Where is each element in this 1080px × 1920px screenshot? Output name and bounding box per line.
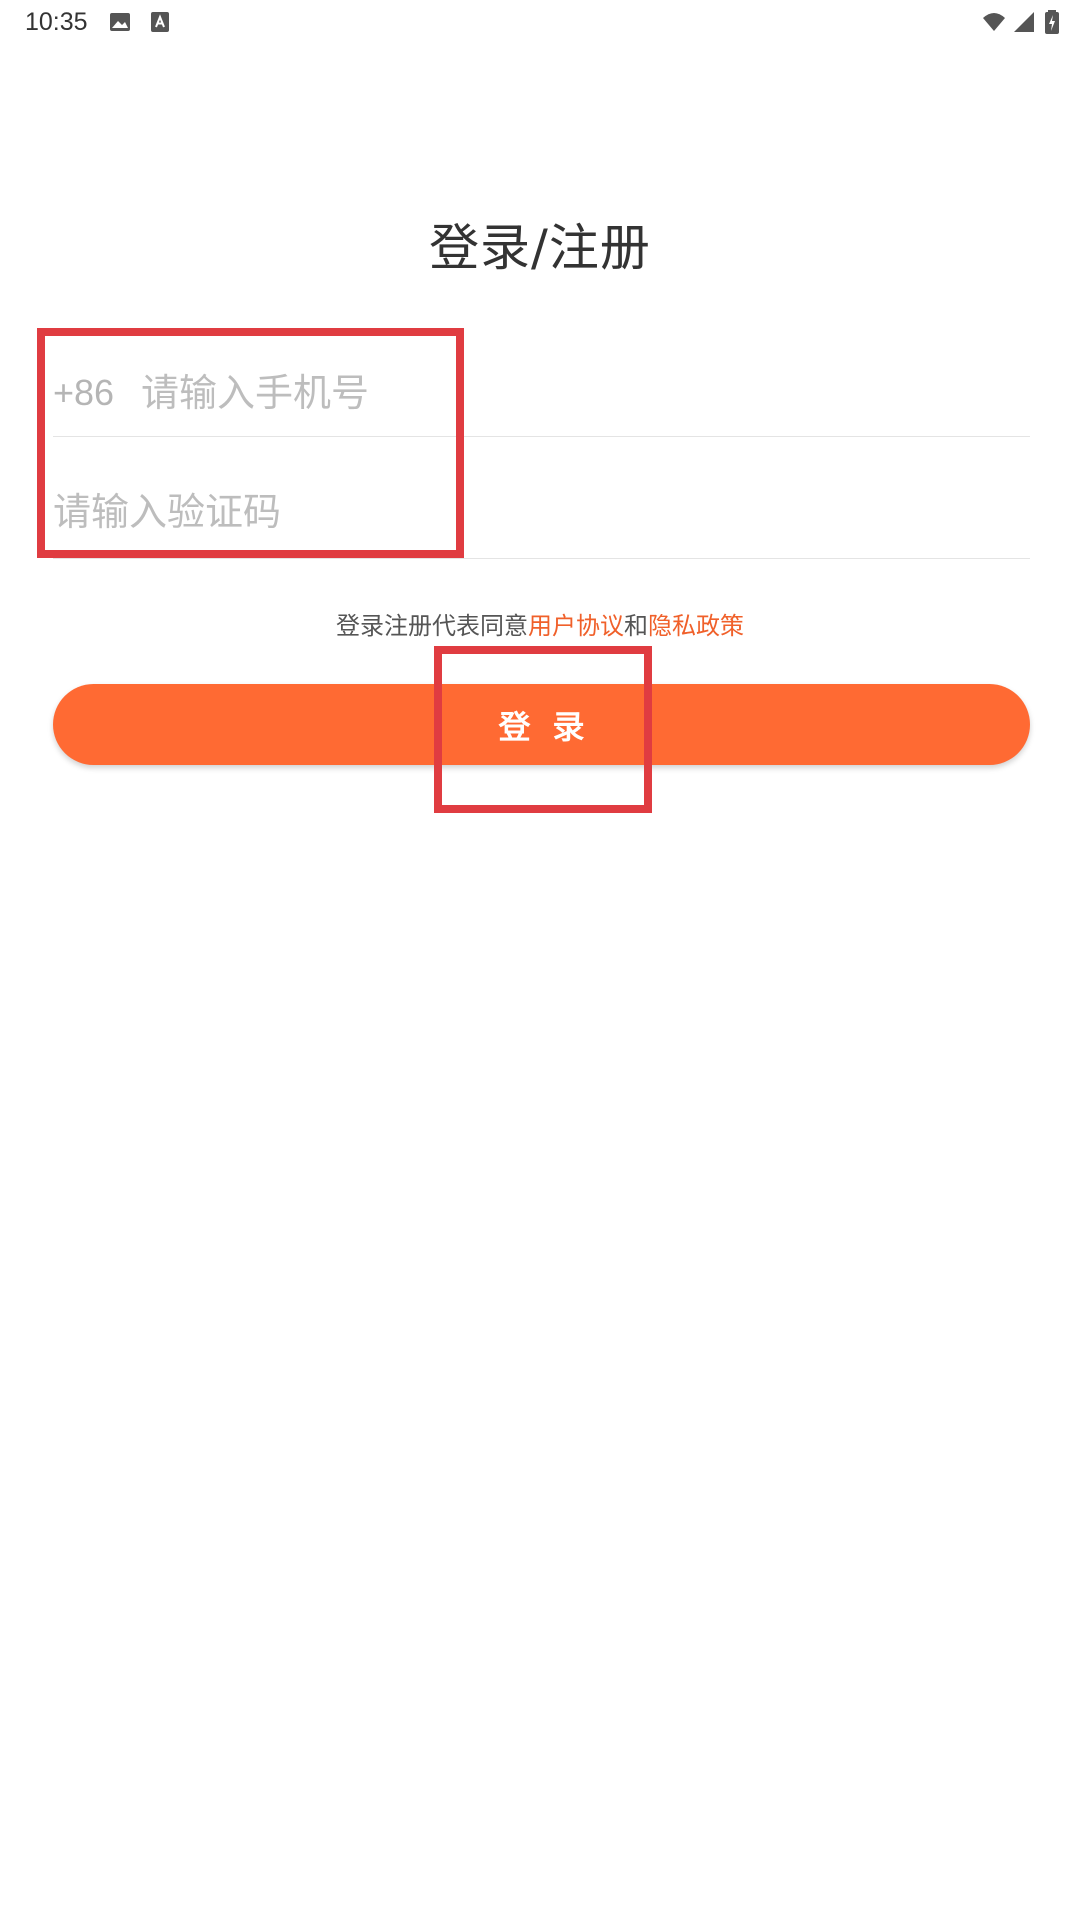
status-bar: 10:35 <box>0 0 1080 44</box>
country-code[interactable]: +86 <box>53 372 114 414</box>
wifi-icon <box>980 10 1008 34</box>
text-a-icon <box>148 10 172 34</box>
user-agreement-link[interactable]: 用户协议 <box>528 612 624 640</box>
login-button[interactable]: 登录 <box>53 684 1030 765</box>
signal-icon <box>1012 10 1036 34</box>
phone-field: +86 <box>53 350 1030 437</box>
agreement-prefix: 登录注册代表同意 <box>336 612 528 640</box>
verification-code-input[interactable] <box>53 466 1023 558</box>
code-field <box>53 466 1030 559</box>
agreement-conjunction: 和 <box>624 612 648 640</box>
login-page: 10:35 登录/注册 +86 登录注册代表同意用户协议和隐私政策 登录 <box>0 0 1080 1920</box>
page-title: 登录/注册 <box>429 219 651 277</box>
privacy-policy-link[interactable]: 隐私政策 <box>648 612 744 640</box>
battery-charging-icon <box>1044 10 1060 34</box>
status-time: 10:35 <box>25 8 88 36</box>
phone-input[interactable] <box>141 350 1021 436</box>
agreement-text: 登录注册代表同意用户协议和隐私政策 <box>0 606 1080 641</box>
image-icon <box>108 10 132 34</box>
